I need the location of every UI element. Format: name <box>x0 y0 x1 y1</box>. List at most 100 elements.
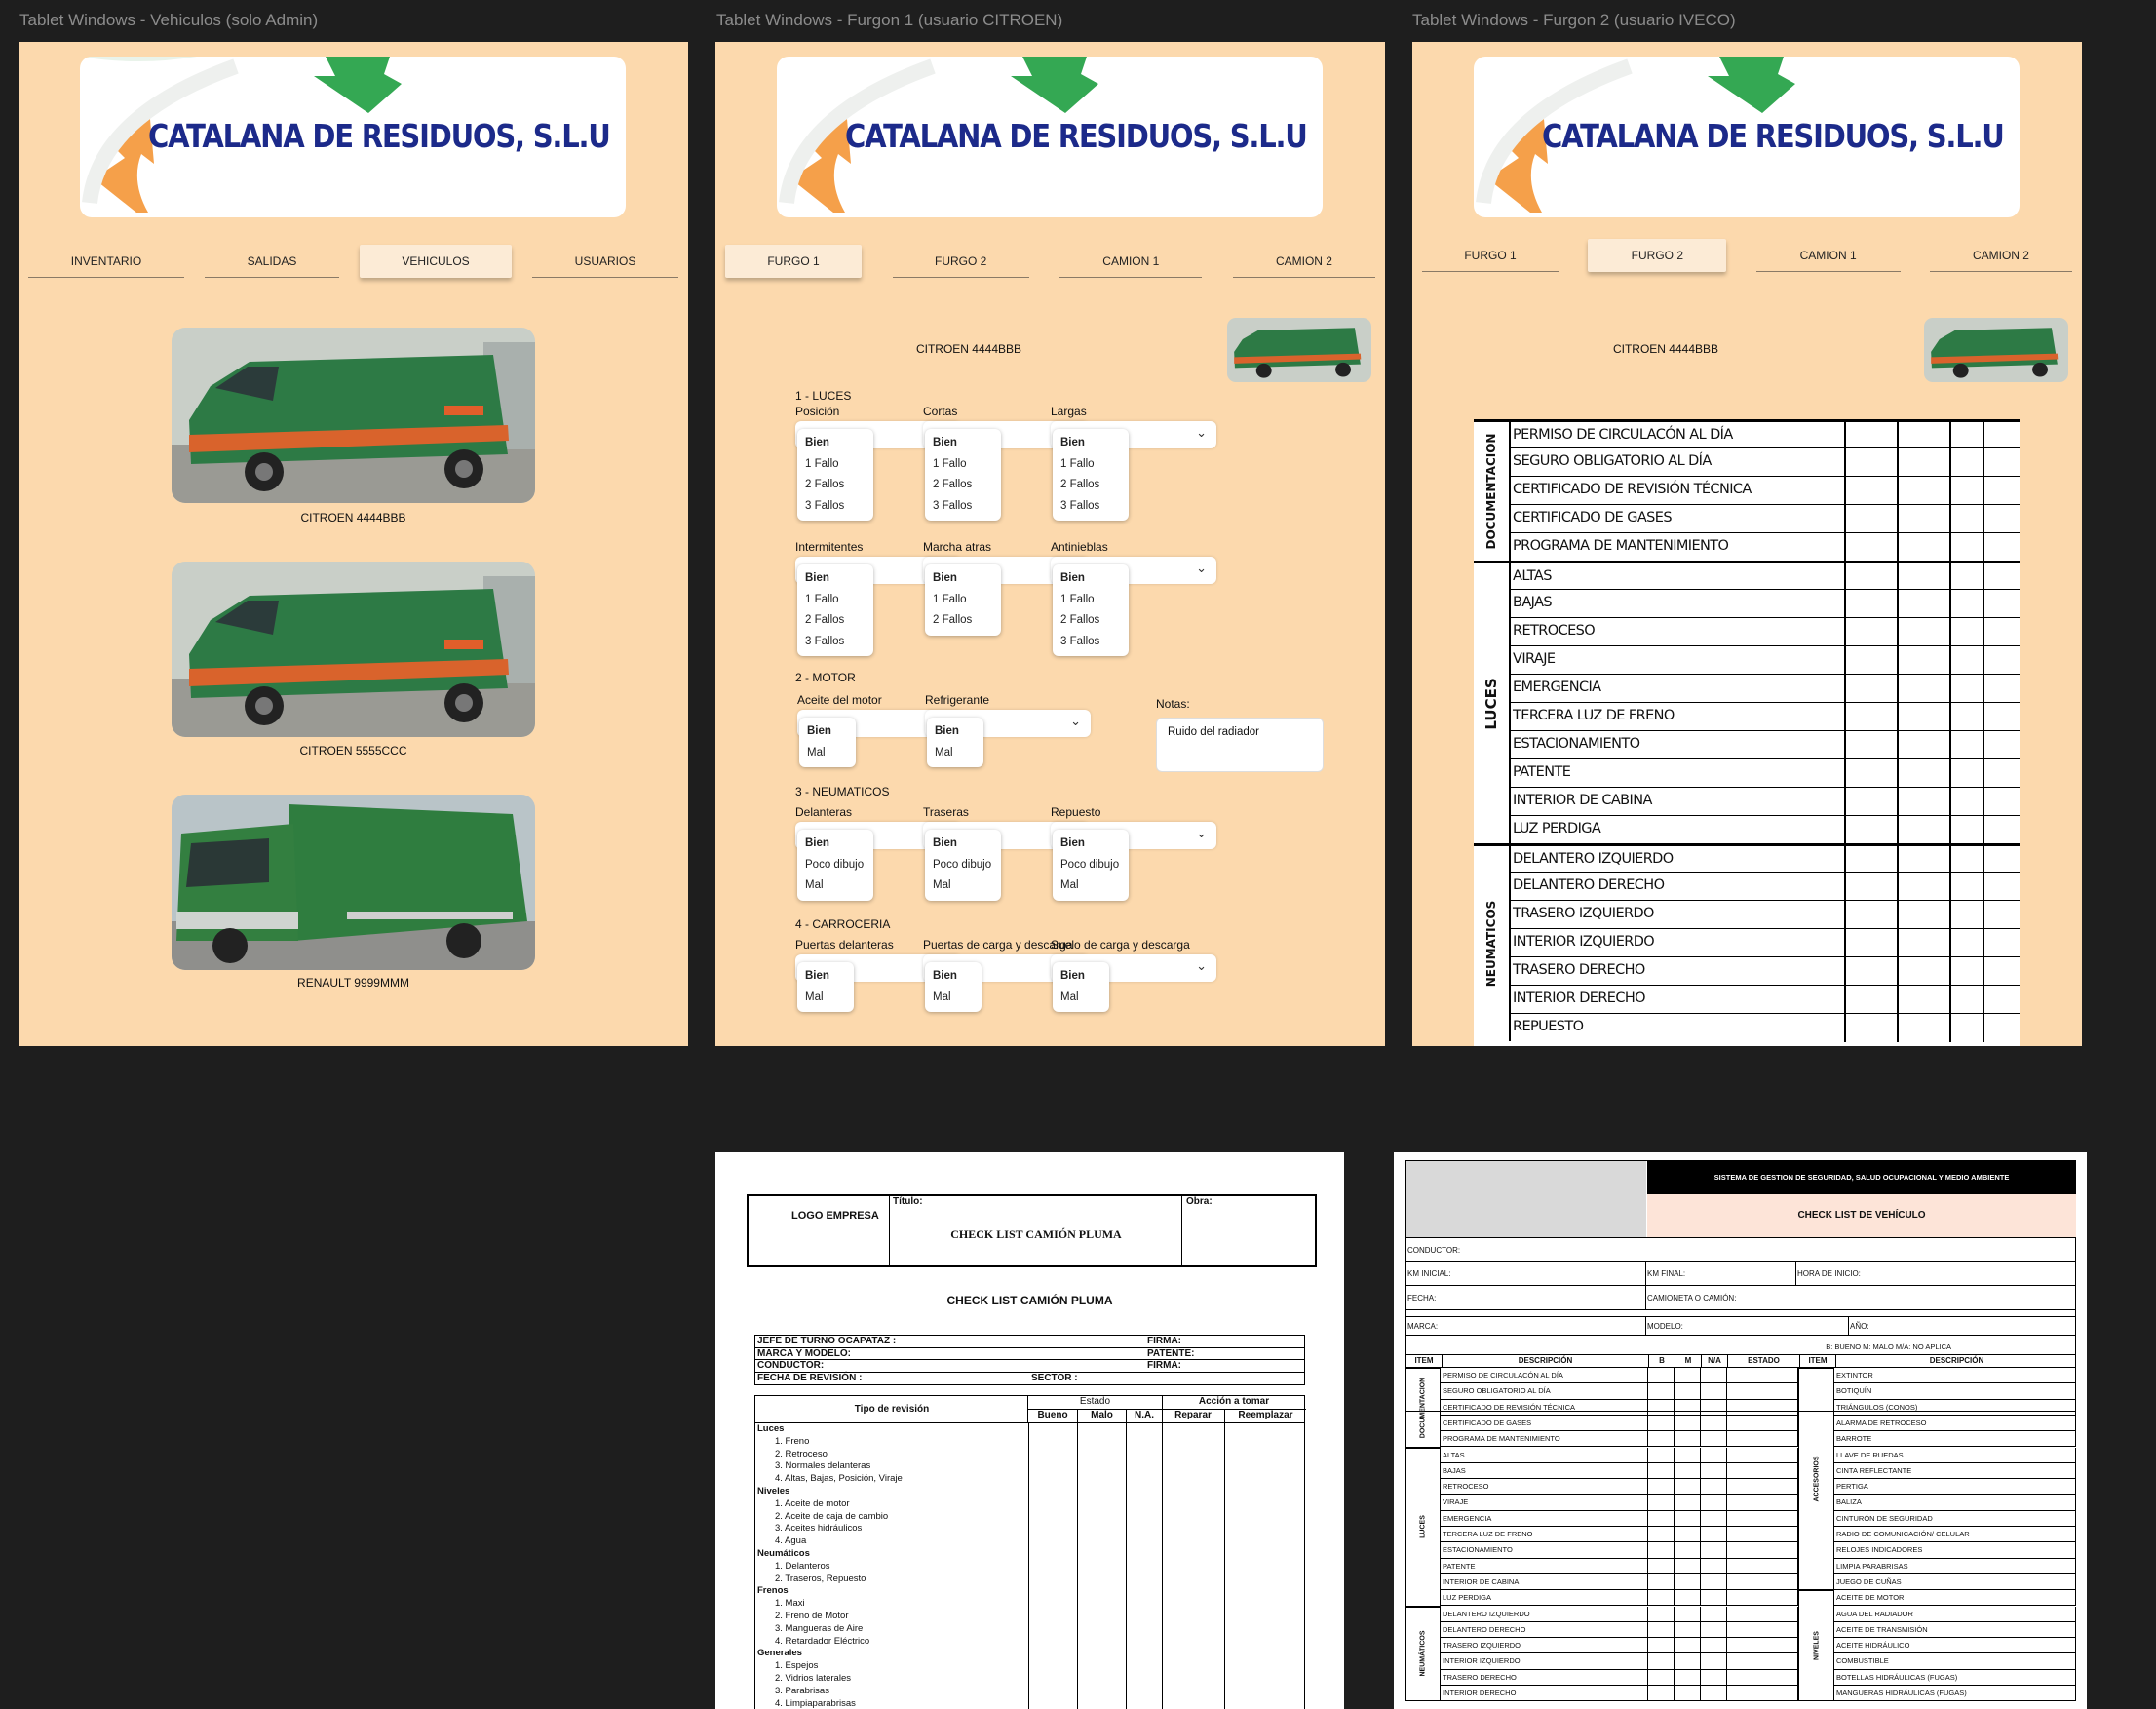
sector-label: SECTOR : <box>1031 1372 1078 1383</box>
checklist-row: TRASERO IZQUIERDO <box>1509 900 2020 929</box>
traseras-label: Traseras <box>923 805 969 819</box>
dropdown-option[interactable]: Bien <box>927 721 983 743</box>
dropdown-option[interactable]: Poco dibujo <box>1053 855 1129 876</box>
vehicle-image-2[interactable] <box>172 562 535 737</box>
checklist-item: SEGURO OBLIGATORIO AL DÍA <box>1513 453 1712 469</box>
dropdown-option[interactable]: 1 Fallo <box>1053 454 1129 476</box>
dropdown-option[interactable]: Bien <box>925 966 982 988</box>
dropdown-option[interactable]: 3 Fallos <box>797 496 873 518</box>
dropdown-option[interactable]: 1 Fallo <box>797 590 873 611</box>
dropdown-option[interactable]: 3 Fallos <box>1053 632 1129 653</box>
dropdown-option[interactable]: 2 Fallos <box>1053 475 1129 496</box>
checklist-item: REPUESTO <box>1513 1019 1584 1034</box>
dropdown-option[interactable]: Bien <box>797 568 873 590</box>
dropdown-option[interactable]: Mal <box>1053 988 1109 1009</box>
tab-camion-1[interactable]: CAMION 1 <box>1059 245 1203 278</box>
tab-furgo-1[interactable]: FURGO 1 <box>1422 239 1559 272</box>
pluma-row: 1. Aceite de motor <box>755 1497 1304 1511</box>
dropdown-option[interactable]: Mal <box>925 875 1001 897</box>
tab-furgo-1[interactable]: FURGO 1 <box>725 245 862 278</box>
table-row: PATENTE <box>1441 1558 1798 1574</box>
notas-textarea[interactable]: Ruido del radiador <box>1156 718 1324 772</box>
dropdown-option[interactable]: 2 Fallos <box>925 475 1001 496</box>
table-row: PROGRAMA DE MANTENIMIENTO <box>1441 1431 1798 1448</box>
checklist-row: TERCERA LUZ DE FRENO <box>1509 702 2020 731</box>
dropdown-option[interactable]: Bien <box>797 834 873 855</box>
group-1: LUCES <box>1405 1447 1441 1607</box>
dropdown-option[interactable]: Bien <box>797 966 854 988</box>
antinieblas-label: Antinieblas <box>1051 540 1108 554</box>
checklist-item: INTERIOR DERECHO <box>1513 990 1646 1006</box>
dropdown-option[interactable]: Bien <box>799 721 856 743</box>
dropdown-option[interactable]: 3 Fallos <box>925 496 1001 518</box>
dropdown-option[interactable]: Bien <box>1053 966 1109 988</box>
dropdown-option[interactable]: Poco dibujo <box>797 855 873 876</box>
checklist-row: LUZ PERDIGA <box>1509 815 2020 844</box>
checklist-item: CERTIFICADO DE GASES <box>1513 510 1673 525</box>
intermitentes-options: Bien 1 Fallo 2 Fallos 3 Fallos <box>797 564 873 656</box>
table-row: RETROCESO <box>1441 1479 1798 1495</box>
dropdown-option[interactable]: 1 Fallo <box>1053 590 1129 611</box>
dropdown-option[interactable]: 2 Fallos <box>925 610 1001 632</box>
dropdown-option[interactable]: Bien <box>1053 433 1129 454</box>
column-header: ESTADO <box>1727 1355 1799 1367</box>
dropdown-option[interactable]: Bien <box>797 433 873 454</box>
tab-inventario[interactable]: INVENTARIO <box>28 245 184 278</box>
group-label: LUCES <box>1419 1515 1427 1538</box>
tab-vehiculos[interactable]: VEHICULOS <box>360 245 512 278</box>
dropdown-option[interactable]: 2 Fallos <box>797 610 873 632</box>
dropdown-option[interactable]: 1 Fallo <box>925 590 1001 611</box>
tab-furgo-2[interactable]: FURGO 2 <box>892 245 1029 278</box>
pluma-item: 1. Espejos <box>775 1660 819 1672</box>
fecha-label: FECHA DE REVISIÓN : <box>757 1372 863 1383</box>
column-header: B <box>1648 1355 1675 1367</box>
dropdown-option[interactable]: 3 Fallos <box>1053 496 1129 518</box>
row-description: EMERGENCIA <box>1443 1513 1492 1523</box>
dropdown-option[interactable]: Bien <box>925 834 1001 855</box>
dropdown-option[interactable]: Mal <box>925 988 982 1009</box>
dropdown-option[interactable]: 2 Fallos <box>797 475 873 496</box>
dropdown-option[interactable]: Mal <box>927 743 983 764</box>
dropdown-option[interactable]: Bien <box>1053 568 1129 590</box>
dropdown-option[interactable]: Bien <box>925 433 1001 454</box>
modelo-label: MODELO: <box>1647 1322 1683 1331</box>
dropdown-option[interactable]: 1 Fallo <box>797 454 873 476</box>
table-row: JUEGO DE CUÑAS <box>1834 1573 2076 1591</box>
vehicle-thumbnail <box>1227 318 1371 382</box>
dropdown-option[interactable]: Mal <box>799 743 856 764</box>
marca-label: MARCA: <box>1407 1322 1439 1331</box>
table-row: EMERGENCIA <box>1441 1510 1798 1527</box>
marca-label: MARCA Y MODELO: <box>757 1347 851 1359</box>
vehicle-caption-1: CITROEN 4444BBB <box>300 511 406 524</box>
row-description: BOTELLAS HIDRÁULICAS (FUGAS) <box>1836 1672 1958 1682</box>
vehicle-image-1[interactable] <box>172 328 535 503</box>
tab-camion-2[interactable]: CAMION 2 <box>1232 245 1375 278</box>
dropdown-option[interactable]: 1 Fallo <box>925 454 1001 476</box>
tab-furgo-2[interactable]: FURGO 2 <box>1588 239 1727 272</box>
hora-inicio-label: HORA DE INICIO: <box>1797 1269 1861 1278</box>
row-description: ACEITE HIDRÁULICO <box>1836 1641 1910 1651</box>
table-row: LIMPIA PARABRISAS <box>1834 1558 2076 1574</box>
delanteras-options: Bien Poco dibujo Mal <box>797 830 873 901</box>
checklist-item: TERCERA LUZ DE FRENO <box>1513 708 1675 723</box>
table-row: DELANTERO DERECHO <box>1441 1621 1798 1639</box>
table-row: BAJAS <box>1441 1462 1798 1480</box>
dropdown-option[interactable]: Poco dibujo <box>925 855 1001 876</box>
vehicle-image-3[interactable] <box>172 795 535 970</box>
tab-salidas[interactable]: SALIDAS <box>205 245 339 278</box>
table-row: SEGURO OBLIGATORIO AL DÍA <box>1441 1383 1798 1400</box>
row-description: ESTACIONAMIENTO <box>1443 1545 1513 1555</box>
dropdown-option[interactable]: Mal <box>1053 875 1129 897</box>
tab-usuarios[interactable]: USUARIOS <box>532 245 678 278</box>
dropdown-option[interactable]: 3 Fallos <box>797 632 873 653</box>
dropdown-option[interactable]: Bien <box>925 568 1001 590</box>
dropdown-option[interactable]: Bien <box>1053 834 1129 855</box>
dropdown-option[interactable]: Mal <box>797 988 854 1009</box>
dropdown-option[interactable]: Mal <box>797 875 873 897</box>
logo-text: CATALANA DE RESIDUOS, S.L.U <box>845 117 1308 155</box>
table-row: RADIO DE COMUNICACIÓN/ CELULAR <box>1834 1527 2076 1543</box>
dropdown-option[interactable]: 2 Fallos <box>1053 610 1129 632</box>
tab-camion-1[interactable]: CAMION 1 <box>1755 239 1901 272</box>
row-description: PERTIGA <box>1836 1482 1868 1492</box>
tab-camion-2[interactable]: CAMION 2 <box>1929 239 2072 272</box>
